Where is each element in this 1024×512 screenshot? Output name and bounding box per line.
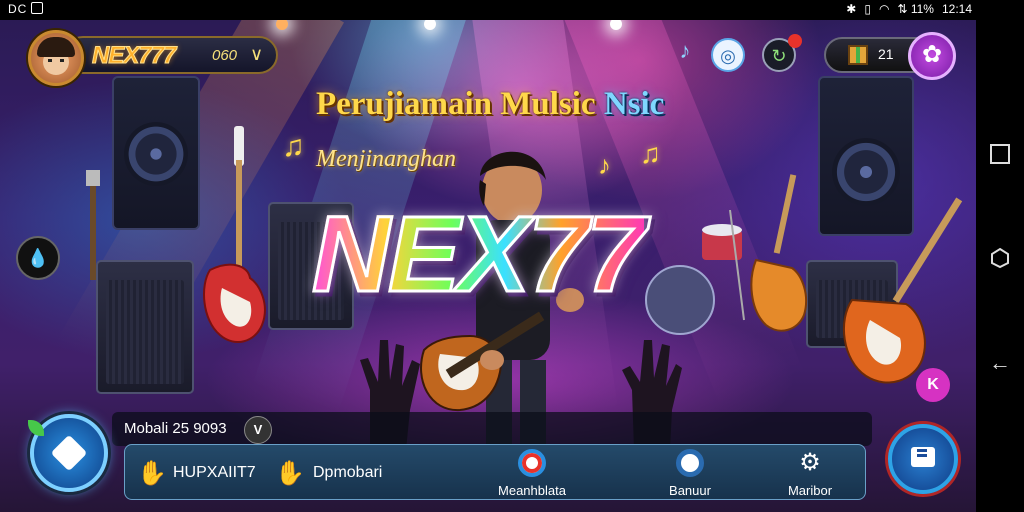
banner-title-blue: Nsic xyxy=(603,86,665,122)
banner-subtitle: Menjinanghan xyxy=(316,146,456,172)
status-right: ✱ ▯ ◠ ⇅ 11% 12:14 xyxy=(846,2,972,16)
vip-badge[interactable]: V xyxy=(244,416,272,444)
diamond-button[interactable] xyxy=(28,414,108,492)
guitar-far-right xyxy=(842,197,963,384)
hand-icon: ✋ xyxy=(275,460,305,487)
android-nav-bar: ← xyxy=(976,20,1024,512)
dock-item-3-caption: Meanhblata xyxy=(498,483,566,498)
settings-button[interactable]: ✿ xyxy=(908,32,956,80)
home-icon xyxy=(991,247,1009,269)
target-button[interactable]: ◎ xyxy=(711,38,745,72)
bluetooth-icon: ✱ xyxy=(846,2,857,16)
status-left: DC xyxy=(8,2,44,16)
recents-icon xyxy=(990,144,1010,164)
notification-badge xyxy=(788,34,802,48)
water-drop-button[interactable]: 💧 xyxy=(16,236,60,280)
player-name-pill[interactable]: NEX777 060 ∨ xyxy=(64,36,278,74)
search-icon xyxy=(676,449,704,477)
recents-button[interactable] xyxy=(988,142,1012,166)
dock-item-5-caption: Maribor xyxy=(787,483,833,498)
info-text: Mobali 25 9093 xyxy=(124,420,227,437)
music-note-button[interactable]: ♪ xyxy=(672,38,698,64)
ring-icon xyxy=(518,449,546,477)
refresh-icon: ↻ xyxy=(771,46,787,66)
notification-icon xyxy=(31,2,44,14)
game-screen: DC ✱ ▯ ◠ ⇅ 11% 12:14 ← ♫ ♪ ♫ Perujiamain… xyxy=(0,0,1024,512)
speaker-left xyxy=(112,76,200,230)
side-action-label: K xyxy=(927,376,939,393)
home-button[interactable] xyxy=(988,246,1012,270)
hand-icon: ✋ xyxy=(137,460,167,487)
side-action-button[interactable]: K xyxy=(916,368,950,402)
music-note-icon: ♪ xyxy=(679,38,691,63)
gear-icon: ✿ xyxy=(921,41,943,68)
refresh-button[interactable]: ↻ xyxy=(762,34,802,72)
target-icon: ◎ xyxy=(720,46,736,66)
chat-button[interactable] xyxy=(888,424,958,494)
guitar-left xyxy=(203,126,266,344)
status-time: 12:14 xyxy=(941,2,972,16)
music-note-icon: ♪ xyxy=(598,150,611,180)
status-carrier-text: DC xyxy=(8,2,28,16)
avatar[interactable] xyxy=(28,30,84,86)
dock-item-2-label[interactable]: Dpmobari xyxy=(313,464,382,482)
dock-item-4-caption: Banuur xyxy=(669,483,711,498)
player-name: NEX777 xyxy=(91,42,176,70)
back-button[interactable]: ← xyxy=(988,352,1012,376)
guitar-right xyxy=(750,174,808,332)
banner-title-gold: Perujiamain Mulsic xyxy=(316,86,604,122)
bottom-dock: ✋ HUPXAIIT7 ✋ Dpmobari Meanhblata Banuur… xyxy=(124,444,866,500)
music-note-icon: ♫ xyxy=(640,138,661,169)
dock-item-1-label[interactable]: HUPXAIIT7 xyxy=(173,464,256,482)
gift-count: 21 xyxy=(878,46,894,62)
chat-icon xyxy=(911,447,935,467)
gift-icon xyxy=(848,45,868,65)
info-strip: Mobali 25 9093 V xyxy=(112,412,872,446)
status-bar: DC ✱ ▯ ◠ ⇅ 11% 12:14 xyxy=(0,0,1024,20)
dock-item-4[interactable]: Banuur xyxy=(635,449,745,498)
back-icon: ← xyxy=(989,350,1011,375)
water-drop-icon: 💧 xyxy=(26,248,50,268)
music-note-icon: ♫ xyxy=(282,130,305,163)
vibrate-icon: ▯ xyxy=(864,2,871,16)
battery-text: ⇅ 11% xyxy=(897,2,934,16)
banner-title: Perujiamain Mulsic Nsic xyxy=(316,86,664,123)
game-logo: NEX77 xyxy=(310,193,647,314)
chevron-down-icon: ∨ xyxy=(250,44,264,64)
gear-icon: ⚙ xyxy=(799,449,821,476)
guitar-bass xyxy=(86,170,100,280)
player-value: 060 xyxy=(212,47,238,64)
wifi-icon: ◠ xyxy=(878,2,890,16)
dock-item-5[interactable]: ⚙ Maribor xyxy=(755,449,865,498)
dock-item-3[interactable]: Meanhblata xyxy=(477,449,587,498)
diamond-icon xyxy=(50,434,88,472)
